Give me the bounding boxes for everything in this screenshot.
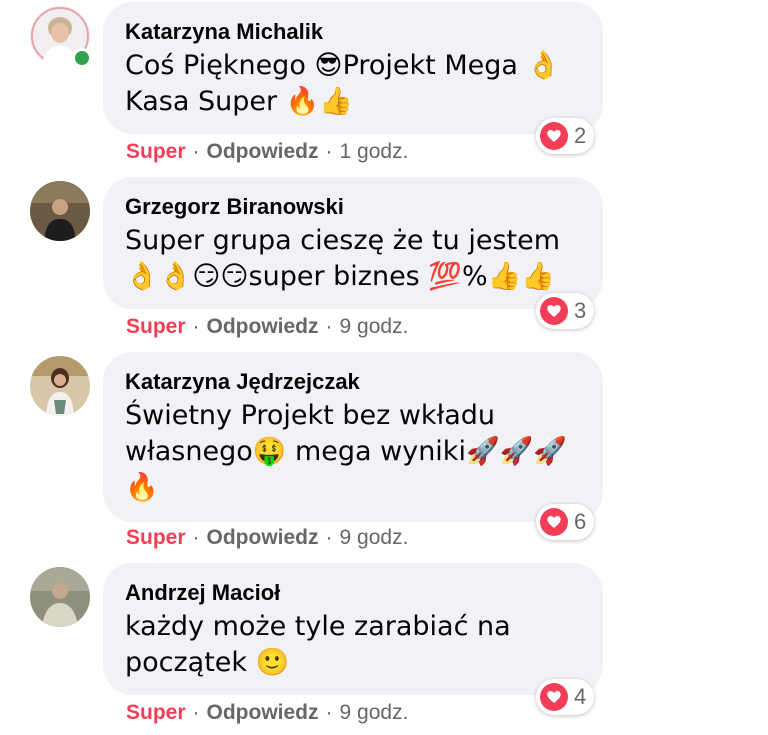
separator: · [192,140,200,163]
heart-icon [540,683,568,711]
reaction-count: 2 [574,123,587,148]
avatar[interactable] [30,181,90,241]
comment-actions: Super · Odpowiedz · 1 godz. [126,138,408,166]
like-button[interactable]: Super [126,315,186,338]
comment-bubble: Andrzej Macioł każdy może tyle zarabiać … [103,563,603,695]
reaction-count: 4 [574,684,587,709]
timestamp[interactable]: 1 godz. [340,140,409,163]
reply-button[interactable]: Odpowiedz [207,140,319,163]
reaction-summary[interactable]: 3 [536,293,595,329]
comment-actions: Super · Odpowiedz · 9 godz. [126,699,408,727]
comment-author[interactable]: Grzegorz Biranowski [125,193,581,221]
comment-text-line: 👌👌😏😏super biznes 💯%👍👍 [125,261,555,292]
comment-text-line: Kasa Super 🔥👍 [125,86,353,117]
comment-text-line: Coś Pięknego 😎Projekt Mega 👌 [125,50,561,81]
separator: · [192,526,200,549]
comment-text-line: własnego🤑 mega wyniki🚀🚀🚀 [125,436,567,467]
reaction-count: 3 [574,298,587,323]
avatar[interactable] [30,567,90,627]
like-button[interactable]: Super [126,140,186,163]
comment-actions: Super · Odpowiedz · 9 godz. [126,313,408,341]
heart-icon [540,297,568,325]
comment-bubble: Katarzyna Jędrzejczak Świetny Projekt be… [103,352,603,522]
separator: · [192,315,200,338]
comment-text-line: 🔥 [125,472,159,503]
heart-icon [540,508,568,536]
reaction-summary[interactable]: 2 [536,118,595,154]
like-button[interactable]: Super [126,701,186,724]
comment-text-line: początek 🙂 [125,647,290,678]
separator: · [325,140,333,163]
separator: · [325,701,333,724]
like-button[interactable]: Super [126,526,186,549]
timestamp[interactable]: 9 godz. [340,315,409,338]
online-status-indicator [72,48,92,68]
separator: · [325,526,333,549]
comment-author[interactable]: Andrzej Macioł [125,579,581,607]
comment-text-line: Super grupa cieszę że tu jestem [125,225,561,256]
reply-button[interactable]: Odpowiedz [207,701,319,724]
comment-text-line: Świetny Projekt bez wkładu [125,400,496,431]
timestamp[interactable]: 9 godz. [340,701,409,724]
reaction-summary[interactable]: 4 [536,679,595,715]
comment-text-line: każdy może tyle zarabiać na [125,611,511,642]
timestamp[interactable]: 9 godz. [340,526,409,549]
avatar[interactable] [30,356,90,416]
reply-button[interactable]: Odpowiedz [207,315,319,338]
heart-icon [540,122,568,150]
comment-bubble: Katarzyna Michalik Coś Pięknego 😎Projekt… [103,2,603,134]
separator: · [325,315,333,338]
comment-bubble: Grzegorz Biranowski Super grupa cieszę ż… [103,177,603,309]
comment-author[interactable]: Katarzyna Michalik [125,18,581,46]
reply-button[interactable]: Odpowiedz [207,526,319,549]
comment-actions: Super · Odpowiedz · 9 godz. [126,524,408,552]
reaction-count: 6 [574,509,587,534]
reaction-summary[interactable]: 6 [536,504,595,540]
separator: · [192,701,200,724]
comment-author[interactable]: Katarzyna Jędrzejczak [125,368,581,396]
